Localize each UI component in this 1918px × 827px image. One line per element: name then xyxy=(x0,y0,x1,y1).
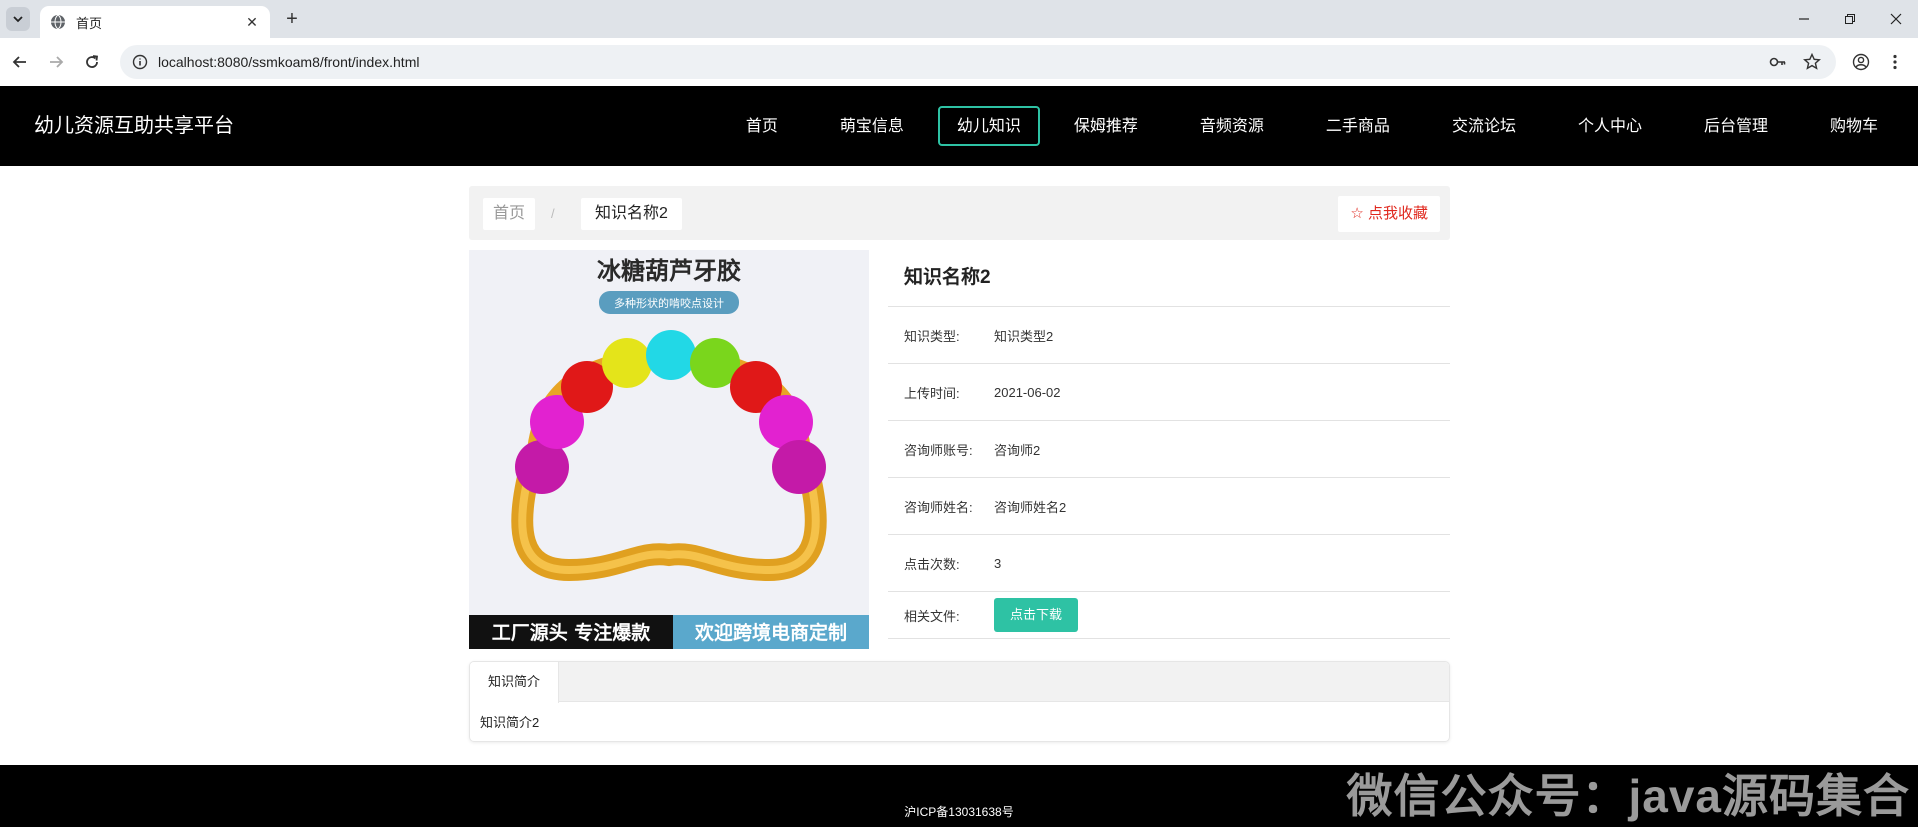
info-row-upload-time: 上传时间: 2021-06-02 xyxy=(888,364,1450,421)
info-value: 咨询师2 xyxy=(994,442,1041,458)
restore-icon xyxy=(1845,14,1855,24)
intro-tabs: 知识简介 知识简介2 xyxy=(469,661,1450,742)
tabs-header: 知识简介 xyxy=(470,662,1449,703)
reload-icon xyxy=(86,55,99,68)
browser-tab[interactable]: 首页 ✕ xyxy=(40,6,270,38)
close-window-button[interactable] xyxy=(1884,8,1908,30)
minimize-button[interactable] xyxy=(1792,8,1816,30)
nav-child-knowledge[interactable]: 幼儿知识 xyxy=(937,106,1040,146)
site-title[interactable]: 幼儿资源互助共享平台 xyxy=(34,86,234,166)
image-banner-right: 欢迎跨境电商定制 xyxy=(694,621,847,644)
detail-info: 知识名称2 知识类型: 知识类型2 上传时间: 2021-06-02 咨询师账号… xyxy=(888,250,1450,639)
breadcrumb-home[interactable]: 首页 xyxy=(483,198,536,230)
nav-second-hand[interactable]: 二手商品 xyxy=(1298,106,1418,146)
image-headline: 冰糖葫芦牙胶 xyxy=(597,257,741,285)
product-image: 冰糖葫芦牙胶 多种形状的啃咬点设计 工厂源头 专注爆款 欢迎跨境电商定制 xyxy=(469,250,869,649)
info-label: 知识类型: xyxy=(904,328,960,344)
site-footer: 沪ICP备13031638号 微信公众号：java源码集合 xyxy=(0,765,1918,827)
info-icon[interactable] xyxy=(132,54,148,70)
favorite-button[interactable]: ☆ 点我收藏 xyxy=(1338,196,1440,232)
globe-icon xyxy=(51,14,65,30)
info-row-consultant-account: 咨询师账号: 咨询师2 xyxy=(888,421,1450,478)
image-banner-left: 工厂源头 专注爆款 xyxy=(492,621,652,644)
nav-forum[interactable]: 交流论坛 xyxy=(1424,106,1544,146)
close-icon xyxy=(1890,13,1902,25)
minimize-icon xyxy=(1799,18,1809,20)
new-tab-button[interactable]: + xyxy=(282,9,302,29)
nav-baby-info[interactable]: 萌宝信息 xyxy=(812,106,932,146)
nav-admin[interactable]: 后台管理 xyxy=(1676,106,1796,146)
arrow-right-icon xyxy=(50,56,64,68)
chevron-down-icon xyxy=(13,16,23,23)
profile-button[interactable] xyxy=(1849,50,1873,74)
browser-toolbar: localhost:8080/ssmkoam8/front/index.html xyxy=(0,38,1918,86)
info-value: 咨询师姓名2 xyxy=(994,499,1067,515)
main-nav: 首页 萌宝信息 幼儿知识 保姆推荐 音频资源 二手商品 交流论坛 个人中心 后台… xyxy=(712,106,1906,146)
breadcrumb: 首页 / 知识名称2 ☆ 点我收藏 xyxy=(469,186,1450,240)
info-label: 相关文件: xyxy=(904,608,960,624)
nav-personal-center[interactable]: 个人中心 xyxy=(1550,106,1670,146)
tab-intro[interactable]: 知识简介 xyxy=(470,662,560,703)
forward-button[interactable] xyxy=(44,50,68,74)
info-label: 上传时间: xyxy=(904,385,960,401)
breadcrumb-current: 知识名称2 xyxy=(581,198,682,230)
intro-content: 知识简介2 xyxy=(480,715,540,730)
back-button[interactable] xyxy=(8,50,32,74)
nav-home[interactable]: 首页 xyxy=(718,106,806,146)
breadcrumb-separator: / xyxy=(551,206,555,221)
teether-illustration: 冰糖葫芦牙胶 多种形状的啃咬点设计 工厂源头 专注爆款 欢迎跨境电商定制 xyxy=(469,250,869,649)
bookmark-star-icon[interactable] xyxy=(1802,52,1822,72)
arrow-left-icon xyxy=(12,56,26,68)
download-button[interactable]: 点击下载 xyxy=(994,598,1079,632)
info-label: 咨询师账号: xyxy=(904,442,973,458)
restore-button[interactable] xyxy=(1838,8,1862,30)
info-value: 3 xyxy=(994,555,1002,571)
site-header: 幼儿资源互助共享平台 首页 萌宝信息 幼儿知识 保姆推荐 音频资源 二手商品 交… xyxy=(0,86,1918,166)
browser-tab-strip: 首页 ✕ + xyxy=(0,0,1918,38)
more-vertical-icon xyxy=(1893,54,1897,70)
nav-audio-resources[interactable]: 音频资源 xyxy=(1172,106,1292,146)
info-label: 咨询师姓名: xyxy=(904,499,973,515)
url-text[interactable]: localhost:8080/ssmkoam8/front/index.html xyxy=(158,54,1768,70)
info-row-click-count: 点击次数: 3 xyxy=(888,535,1450,592)
browser-menu-button[interactable] xyxy=(1883,50,1907,74)
address-bar[interactable]: localhost:8080/ssmkoam8/front/index.html xyxy=(120,45,1836,79)
nav-cart[interactable]: 购物车 xyxy=(1802,106,1906,146)
image-tag: 多种形状的啃咬点设计 xyxy=(614,296,724,310)
watermark: 微信公众号：java源码集合 xyxy=(1346,770,1910,822)
profile-icon xyxy=(1852,53,1870,71)
close-tab-icon[interactable]: ✕ xyxy=(244,14,260,30)
reload-button[interactable] xyxy=(80,50,104,74)
info-row-file: 相关文件: 点击下载 xyxy=(888,592,1450,639)
info-value: 2021-06-02 xyxy=(994,384,1061,400)
info-row-type: 知识类型: 知识类型2 xyxy=(888,307,1450,364)
info-label: 点击次数: xyxy=(904,556,960,572)
tab-title: 首页 xyxy=(76,15,103,31)
info-value: 知识类型2 xyxy=(994,328,1054,344)
info-row-consultant-name: 咨询师姓名: 咨询师姓名2 xyxy=(888,478,1450,535)
content-container: 首页 / 知识名称2 ☆ 点我收藏 冰糖葫芦牙胶 多种形状的啃咬点设计 工厂源头… xyxy=(469,186,1450,655)
nav-nanny-recommend[interactable]: 保姆推荐 xyxy=(1046,106,1166,146)
detail-section: 冰糖葫芦牙胶 多种形状的啃咬点设计 工厂源头 专注爆款 欢迎跨境电商定制 知识名… xyxy=(469,250,1450,655)
tab-search-button[interactable] xyxy=(6,7,30,31)
key-icon[interactable] xyxy=(1768,52,1788,72)
knowledge-title: 知识名称2 xyxy=(888,250,1450,307)
